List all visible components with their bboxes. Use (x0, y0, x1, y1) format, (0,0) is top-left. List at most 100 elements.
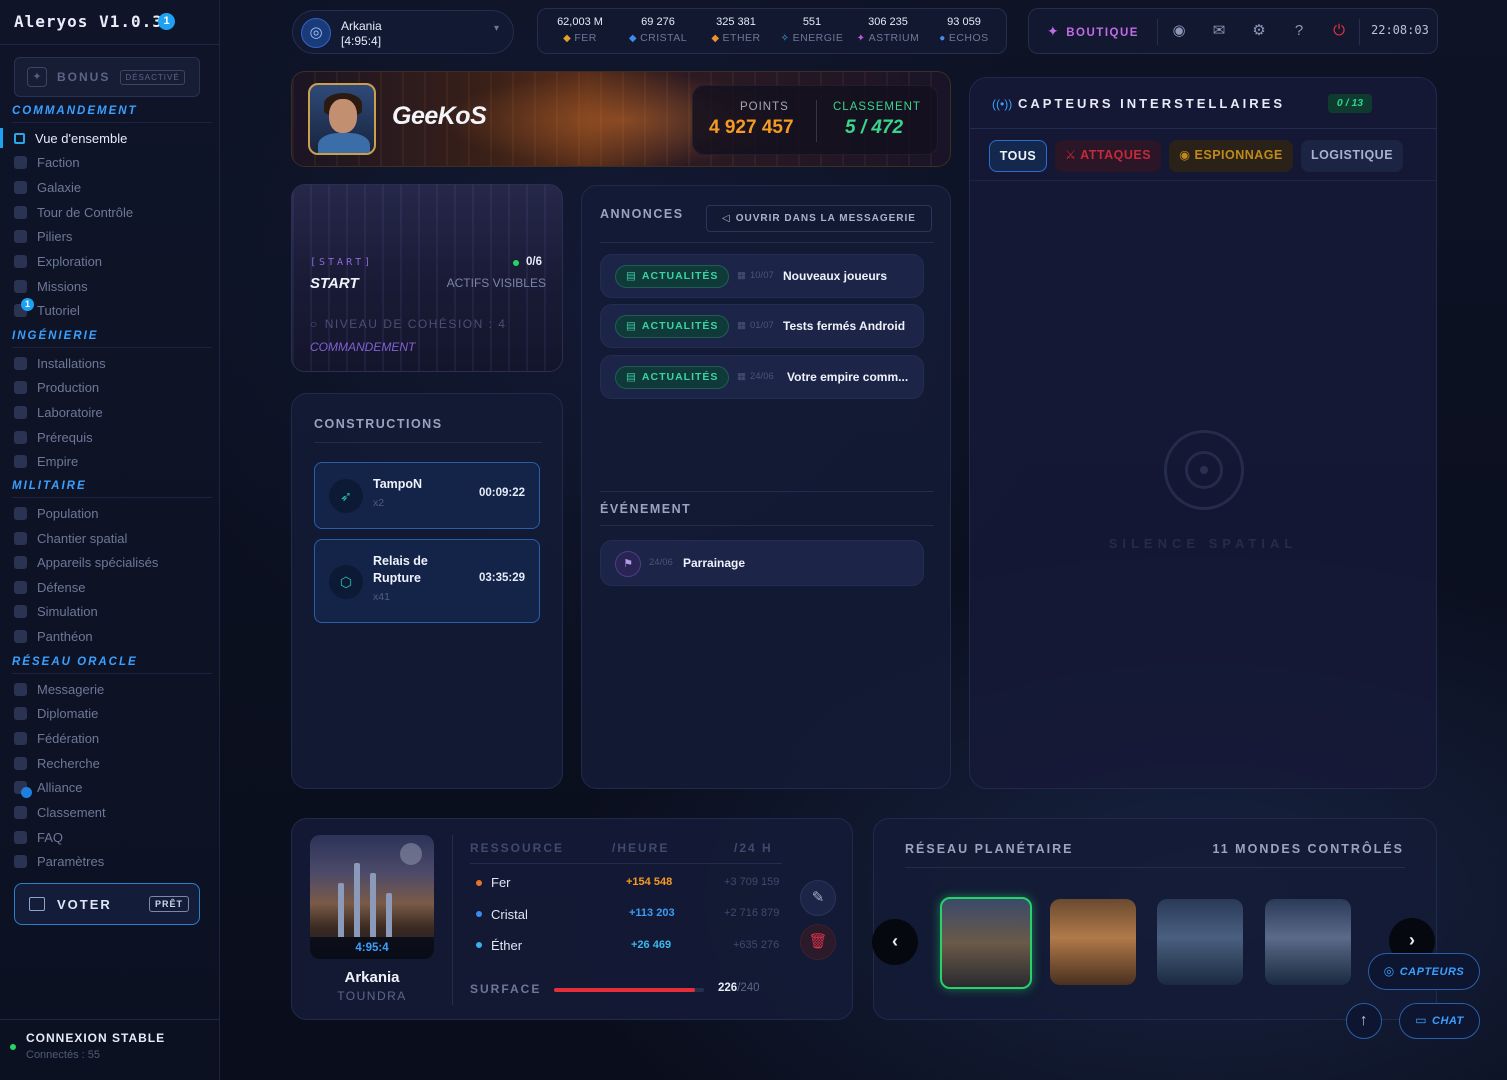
handshake-icon (14, 706, 27, 720)
start-mission-card[interactable]: [START] START 0/6 ACTIFS VISIBLES ○ NIVEA… (291, 184, 563, 372)
moon (400, 843, 422, 865)
surface-total: /240 (737, 982, 760, 994)
announcement-item[interactable]: ▤ ACTUALITÉS ▦ 01/07 Tests fermés Android (600, 304, 924, 348)
resource-energie[interactable]: 551 ✧ ENERGIE (774, 16, 850, 44)
sidebar-item-label: Paramètres (37, 853, 105, 869)
shop-button[interactable]: ✦ BOUTIQUE (1047, 23, 1139, 40)
edit-button[interactable]: ✎ (800, 880, 836, 916)
device-icon (14, 555, 27, 569)
scroll-top-button[interactable]: ↑ (1346, 1003, 1382, 1039)
job-name: TampoN (373, 477, 423, 491)
anchor-icon (14, 531, 27, 545)
planet-thumbnail[interactable] (940, 897, 1032, 989)
bonus-button[interactable]: ✦ BONUS DÉSACTIVÉ (14, 57, 200, 97)
sidebar-item-empire[interactable]: Empire (14, 450, 78, 472)
sidebar-item-installations[interactable]: Installations (14, 352, 106, 374)
broadcast-icon: ((•)) (992, 97, 1013, 111)
crown-icon (14, 454, 27, 468)
sidebar-item-chantier-spatial[interactable]: Chantier spatial (14, 527, 127, 549)
sidebar-item-prerequis[interactable]: Prérequis (14, 426, 93, 448)
chevron-down-icon: ▾ (493, 23, 499, 34)
resource-ether[interactable]: 325 381 ◆ ETHER (698, 16, 774, 44)
planet-thumbnail[interactable] (1265, 899, 1351, 985)
sidebar-item-missions[interactable]: Missions (14, 275, 88, 297)
help-icon[interactable]: ? (1289, 21, 1309, 41)
surface-value: 226/240 (718, 982, 760, 994)
sidebar-item-tour-controle[interactable]: Tour de Contrôle (14, 201, 133, 223)
open-messaging-button[interactable]: ◁ OUVRIR DANS LA MESSAGERIE (706, 205, 932, 232)
sidebar-item-label: Fédération (37, 730, 100, 746)
sidebar-item-messagerie[interactable]: Messagerie (14, 678, 104, 700)
vote-button[interactable]: VOTER PRÊT (14, 883, 200, 925)
connection-count: Connectés : 55 (26, 1049, 100, 1061)
announcement-date-text: 24/06 (749, 371, 774, 382)
grid-icon (14, 132, 25, 144)
planet-image[interactable]: 4:95:4 (310, 835, 434, 959)
sidebar-item-label: Faction (37, 154, 80, 170)
start-actifs: ACTIFS VISIBLES (446, 276, 546, 290)
resource-astrium[interactable]: 306 235 ✦ ASTRIUM (850, 16, 926, 44)
tab-label: LOGISTIQUE (1310, 148, 1394, 162)
section-commandement: COMMANDEMENT (12, 105, 138, 117)
start-progress: 0/6 (526, 256, 542, 268)
network-count: 11 MONDES CONTRÔLÉS (1212, 842, 1404, 856)
sidebar-item-recherche[interactable]: Recherche (14, 752, 100, 774)
sidebar-item-defense[interactable]: Défense (14, 576, 85, 598)
gear-icon[interactable]: ⚙ (1249, 21, 1269, 41)
event-item[interactable]: ⚑ 24/06 Parrainage (600, 540, 924, 586)
sidebar-item-appareils[interactable]: Appareils spécialisés (14, 551, 158, 573)
tab-espionnage[interactable]: ◉ ESPIONNAGE (1169, 140, 1293, 172)
sidebar-item-population[interactable]: Population (14, 502, 98, 524)
rank-value[interactable]: 5 / 472 (845, 117, 903, 139)
sidebar-item-pantheon[interactable]: Panthéon (14, 625, 93, 647)
sidebar-item-galaxie[interactable]: Galaxie (14, 176, 81, 198)
tab-attaques[interactable]: ⚔ ATTAQUES (1055, 140, 1161, 172)
power-icon[interactable]: ⏻ (1329, 21, 1349, 41)
planet-thumbnail[interactable] (1050, 899, 1136, 985)
version-badge[interactable]: 1 (158, 13, 175, 30)
column-header: /HEURE (612, 841, 670, 855)
announcement-item[interactable]: ▤ ACTUALITÉS ▦ 10/07 Nouveaux joueurs (600, 254, 924, 298)
sidebar-item-parametres[interactable]: Paramètres (14, 850, 104, 872)
chat-button[interactable]: ▭ CHAT (1399, 1003, 1480, 1039)
sidebar-item-laboratoire[interactable]: Laboratoire (14, 401, 103, 423)
resource-echos[interactable]: 93 059 ● ECHOS (926, 16, 1002, 44)
construction-job[interactable]: ➶ TampoN x2 00:09:22 (314, 462, 540, 529)
resource-cristal[interactable]: 69 276 ◆ CRISTAL (620, 16, 696, 44)
mail-icon[interactable]: ✉ (1209, 21, 1229, 41)
sidebar-item-faq[interactable]: FAQ (14, 826, 63, 848)
announcement-item[interactable]: ▤ ACTUALITÉS ▦ 24/06 Votre empire comm... (600, 355, 924, 399)
constructions-panel: CONSTRUCTIONS ➶ TampoN x2 00:09:22 ⬡ Rel… (291, 393, 563, 789)
tab-tous[interactable]: TOUS (989, 140, 1047, 172)
resource-fer[interactable]: 62,003 M ◆ FER (542, 16, 618, 44)
construction-job[interactable]: ⬡ Relais de Rupture x41 03:35:29 (314, 539, 540, 623)
sidebar-item-production[interactable]: Production (14, 376, 99, 398)
job-quantity: x41 (373, 591, 390, 603)
sidebar-item-exploration[interactable]: Exploration (14, 250, 102, 272)
planet-selector[interactable]: ◎ Arkania [4:95:4] ▾ (292, 10, 514, 54)
sidebar-item-piliers[interactable]: Piliers (14, 225, 72, 247)
resource-dot (476, 911, 482, 917)
shop-label: BOUTIQUE (1066, 27, 1139, 39)
delete-button[interactable]: 🗑 (800, 924, 836, 960)
planet-thumbnail[interactable] (1157, 899, 1243, 985)
sidebar-item-federation[interactable]: Fédération (14, 727, 99, 749)
calendar-icon: ▦ (737, 320, 746, 331)
tab-logistique[interactable]: LOGISTIQUE (1301, 140, 1403, 172)
flag-icon: ⚑ (615, 551, 641, 577)
shield-icon (14, 580, 27, 594)
sidebar-item-simulation[interactable]: Simulation (14, 600, 98, 622)
sidebar-item-faction[interactable]: Faction (14, 151, 80, 173)
sensors-fab[interactable]: ◎ CAPTEURS (1368, 953, 1480, 990)
connection-title: CONNEXION STABLE (26, 1031, 166, 1045)
planet-name: Arkania (344, 969, 400, 986)
sensors-panel: ((•)) CAPTEURS INTERSTELLAIRES 0 / 13 TO… (969, 77, 1437, 789)
sidebar-item-diplomatie[interactable]: Diplomatie (14, 702, 98, 724)
carousel-prev-button[interactable]: ‹ (872, 919, 918, 965)
tab-label: ATTAQUES (1080, 148, 1152, 162)
discord-icon[interactable]: ◉ (1169, 21, 1189, 41)
vote-status: PRÊT (148, 896, 189, 912)
avatar[interactable] (308, 83, 376, 155)
sidebar-item-classement[interactable]: Classement (14, 801, 106, 823)
sidebar-item-vue-ensemble[interactable]: Vue d'ensemble (14, 127, 127, 149)
